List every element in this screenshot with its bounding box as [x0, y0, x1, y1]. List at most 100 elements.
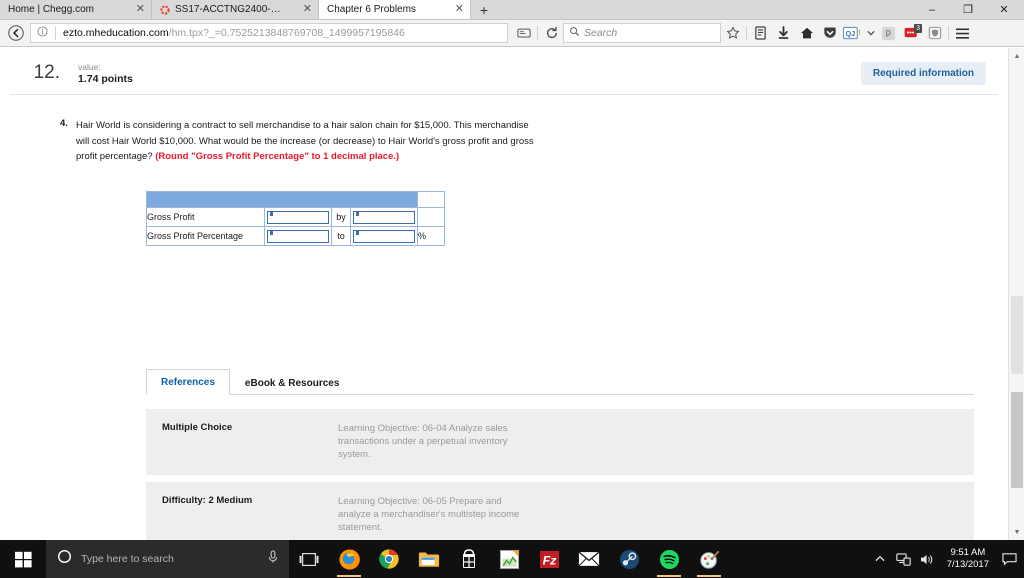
system-tray: 9:51 AM 7/13/2017 [868, 540, 1024, 578]
pocket-icon[interactable] [818, 22, 841, 44]
reference-title: Multiple Choice [162, 421, 233, 433]
home-icon[interactable] [795, 22, 818, 44]
quickjava-icon[interactable]: QJ! [841, 22, 864, 44]
task-view-icon[interactable] [289, 540, 329, 578]
url-path: /hm.tpx?_=0.7525213848769708_14999571958… [168, 27, 405, 39]
taskbar-search-box[interactable]: Type here to search [46, 540, 289, 578]
info-circle-icon[interactable] [37, 26, 48, 40]
row-label-gross-profit: Gross Profit [146, 206, 265, 227]
gross-profit-unit [417, 206, 445, 227]
gross-profit-input-1[interactable] [267, 211, 329, 224]
window-controls: – ❐ ✕ [914, 0, 1024, 19]
tab-strip: Home | Chegg.com ✕ SS17-ACCTNG2400-001 ✕… [0, 0, 1024, 20]
svg-text:!: ! [858, 28, 861, 37]
reader-view-icon[interactable] [512, 22, 535, 44]
answer-table-header-band [146, 190, 418, 208]
tab-bar: References eBook & Resources [146, 368, 974, 395]
tab-close-icon[interactable]: ✕ [122, 4, 145, 15]
clock-time: 9:51 AM [950, 547, 986, 558]
shield-icon[interactable] [923, 22, 946, 44]
scroll-up-arrow-icon[interactable]: ▲ [1009, 48, 1024, 64]
table-row: Gross Profit by [146, 206, 445, 227]
answer-table-header-row [146, 190, 445, 208]
browser-tab-title: Home | Chegg.com [8, 4, 94, 15]
search-icon [569, 26, 580, 40]
volume-icon[interactable] [916, 540, 940, 578]
page-scrollbar[interactable]: ▲ ▼ [1008, 48, 1024, 540]
reload-icon[interactable] [540, 22, 563, 44]
windows-start-icon[interactable] [0, 540, 46, 578]
menu-icon[interactable] [951, 22, 974, 44]
url-divider [55, 26, 56, 40]
list-item: Multiple Choice Learning Objective: 06-0… [146, 408, 974, 475]
url-text: ezto.mheducation.com/hm.tpx?_=0.75252138… [63, 27, 405, 39]
network-icon[interactable] [892, 540, 916, 578]
gross-profit-pct-input-1-cell [264, 225, 332, 246]
reference-description: Learning Objective: 06-04 Analyze sales … [338, 422, 508, 460]
address-bar[interactable]: ezto.mheducation.com/hm.tpx?_=0.75252138… [30, 23, 508, 43]
gross-profit-operator: by [331, 206, 351, 227]
browser-window: Home | Chegg.com ✕ SS17-ACCTNG2400-001 ✕… [0, 0, 1024, 540]
scrollbar-thumb-secondary[interactable] [1011, 296, 1023, 374]
value-points: 1.74 points [78, 73, 133, 85]
tab-references[interactable]: References [146, 368, 230, 395]
filezilla-icon[interactable]: Fz [529, 540, 569, 578]
steam-icon[interactable] [609, 540, 649, 578]
microsoft-store-icon[interactable] [449, 540, 489, 578]
reference-title: Difficulty: 2 Medium [162, 494, 253, 506]
tab-close-icon[interactable]: ✕ [289, 4, 312, 15]
search-input[interactable]: Search [563, 23, 721, 43]
adblock-icon[interactable]: 3 [900, 22, 923, 44]
text-caret [270, 210, 273, 216]
new-tab-button[interactable]: + [471, 0, 497, 19]
microphone-icon[interactable] [267, 549, 279, 569]
resources-tabs: References eBook & Resources Multiple Ch… [146, 368, 974, 540]
gross-profit-input-2-cell [350, 206, 418, 227]
gross-profit-input-2[interactable] [353, 211, 415, 224]
gross-profit-pct-input-2[interactable] [353, 230, 415, 243]
bookmark-star-icon[interactable] [721, 22, 744, 44]
downloads-icon[interactable] [772, 22, 795, 44]
library-icon[interactable] [749, 22, 772, 44]
list-item: Difficulty: 2 Medium Learning Objective:… [146, 481, 974, 540]
chrome-icon[interactable] [369, 540, 409, 578]
question-header: 12. value: 1.74 points Required informat… [10, 48, 998, 95]
spotify-icon[interactable] [649, 540, 689, 578]
question-number: 12. [33, 62, 60, 83]
browser-tab-1[interactable]: SS17-ACCTNG2400-001 ✕ [152, 0, 319, 19]
action-center-icon[interactable] [996, 540, 1022, 578]
scrollbar-thumb[interactable] [1011, 392, 1023, 488]
question-text: Hair World is considering a contract to … [76, 118, 544, 165]
gross-profit-input-1-cell [264, 206, 332, 227]
mail-icon[interactable] [569, 540, 609, 578]
chevron-down-icon[interactable] [864, 22, 877, 44]
text-caret [356, 229, 359, 235]
tab-ebook-resources[interactable]: eBook & Resources [230, 370, 354, 395]
close-button[interactable]: ✕ [986, 0, 1022, 20]
gross-profit-pct-input-2-cell [350, 225, 418, 246]
gross-profit-pct-input-1[interactable] [267, 230, 329, 243]
firefox-icon[interactable] [329, 540, 369, 578]
table-row: Gross Profit Percentage to % [146, 225, 445, 246]
paint-icon[interactable] [689, 540, 729, 578]
browser-tab-0[interactable]: Home | Chegg.com ✕ [0, 0, 152, 19]
excel-icon[interactable] [489, 540, 529, 578]
text-caret [356, 210, 359, 216]
minimize-button[interactable]: – [914, 0, 950, 20]
noscript-icon[interactable] [877, 22, 900, 44]
taskbar-clock[interactable]: 9:51 AM 7/13/2017 [940, 540, 996, 578]
browser-tab-2[interactable]: Chapter 6 Problems ✕ [319, 0, 471, 19]
page-viewport: 12. value: 1.74 points Required informat… [0, 48, 1024, 540]
svg-text:Fz: Fz [542, 553, 557, 567]
tab-close-icon[interactable]: ✕ [441, 4, 464, 15]
reference-description: Learning Objective: 06-05 Prepare and an… [338, 495, 520, 533]
value-label: value: [78, 62, 101, 72]
chevron-up-icon[interactable] [868, 540, 892, 578]
toolbar-divider [948, 26, 949, 40]
scroll-down-arrow-icon[interactable]: ▼ [1009, 524, 1024, 540]
file-explorer-icon[interactable] [409, 540, 449, 578]
maximize-button[interactable]: ❐ [950, 0, 986, 20]
back-arrow-icon[interactable] [4, 22, 28, 44]
required-information-button[interactable]: Required information [860, 62, 986, 85]
references-panel: Multiple Choice Learning Objective: 06-0… [146, 395, 974, 540]
